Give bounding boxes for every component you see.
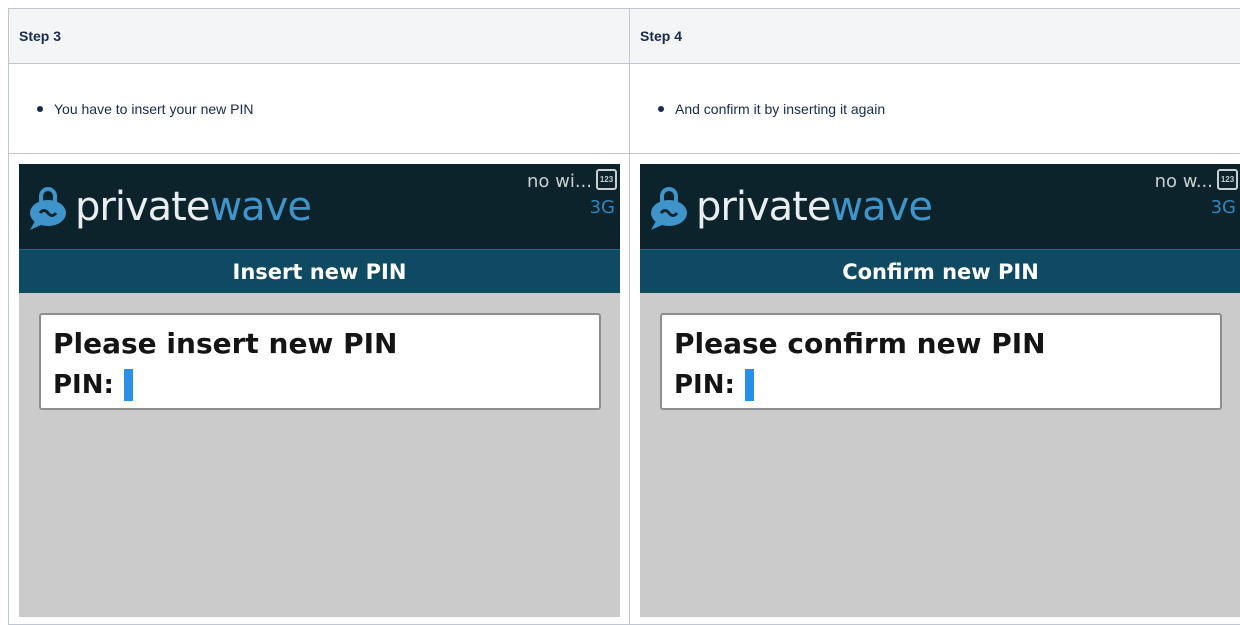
lock-bubble-icon xyxy=(27,183,69,231)
app-header: privatewave no w... 123 3G xyxy=(640,164,1240,249)
pin-field[interactable]: PIN: xyxy=(53,369,133,401)
screen-content: Please confirm new PIN PIN: xyxy=(640,293,1240,617)
logo-text-wave: wave xyxy=(830,184,932,230)
pin-field[interactable]: PIN: xyxy=(674,369,754,401)
screen-content: Please insert new PIN PIN: xyxy=(19,293,620,617)
step-3-bullet-list: You have to insert your new PIN xyxy=(19,101,619,117)
instruction-row: You have to insert your new PIN And conf… xyxy=(9,64,1240,154)
step-3-heading: Step 3 xyxy=(9,9,630,64)
pin-label: PIN: xyxy=(674,370,735,400)
list-item: You have to insert your new PIN xyxy=(19,101,619,117)
pin-entry-box[interactable]: Please confirm new PIN PIN: xyxy=(660,313,1222,410)
step-3-instruction-cell: You have to insert your new PIN xyxy=(9,64,630,154)
screen-title: Insert new PIN xyxy=(19,249,620,293)
privatewave-logo: privatewave xyxy=(648,182,932,232)
step-3-instruction: You have to insert your new PIN xyxy=(54,101,254,117)
text-cursor xyxy=(745,369,754,401)
network-status: no w... xyxy=(1155,171,1213,192)
step-4-bullet-list: And confirm it by inserting it again xyxy=(640,101,1230,117)
pin-prompt: Please insert new PIN xyxy=(53,327,397,360)
step-4-screenshot-cell: privatewave no w... 123 3G Confirm new P… xyxy=(630,154,1240,625)
step-4-heading: Step 4 xyxy=(630,9,1240,64)
network-status: no wi... xyxy=(527,171,592,192)
step-3-phone-screen: privatewave no wi... 123 3G Insert new P… xyxy=(19,164,620,617)
lock-bubble-icon xyxy=(648,183,690,231)
bullet-icon xyxy=(37,106,43,112)
steps-table: Step 3 Step 4 You have to insert your ne… xyxy=(8,8,1240,625)
bullet-icon xyxy=(658,106,664,112)
connection-type: 3G xyxy=(1211,197,1236,218)
step-3-screenshot-cell: privatewave no wi... 123 3G Insert new P… xyxy=(9,154,630,625)
logo-text-private: private xyxy=(75,184,209,230)
app-header: privatewave no wi... 123 3G xyxy=(19,164,620,249)
keypad-icon: 123 xyxy=(1217,169,1238,190)
step-4-instruction-cell: And confirm it by inserting it again xyxy=(630,64,1240,154)
header-row: Step 3 Step 4 xyxy=(9,9,1240,64)
step-4-phone-screen: privatewave no w... 123 3G Confirm new P… xyxy=(640,164,1240,617)
screenshot-row: privatewave no wi... 123 3G Insert new P… xyxy=(9,154,1240,625)
pin-label: PIN: xyxy=(53,370,114,400)
text-cursor xyxy=(124,369,133,401)
step-4-instruction: And confirm it by inserting it again xyxy=(675,101,885,117)
screen-title: Confirm new PIN xyxy=(640,249,1240,293)
pin-prompt: Please confirm new PIN xyxy=(674,327,1046,360)
keypad-icon: 123 xyxy=(596,169,617,190)
pin-entry-box[interactable]: Please insert new PIN PIN: xyxy=(39,313,601,410)
logo-text-private: private xyxy=(696,184,830,230)
connection-type: 3G xyxy=(590,197,615,218)
logo-text-wave: wave xyxy=(209,184,311,230)
privatewave-logo: privatewave xyxy=(27,182,311,232)
list-item: And confirm it by inserting it again xyxy=(640,101,1230,117)
